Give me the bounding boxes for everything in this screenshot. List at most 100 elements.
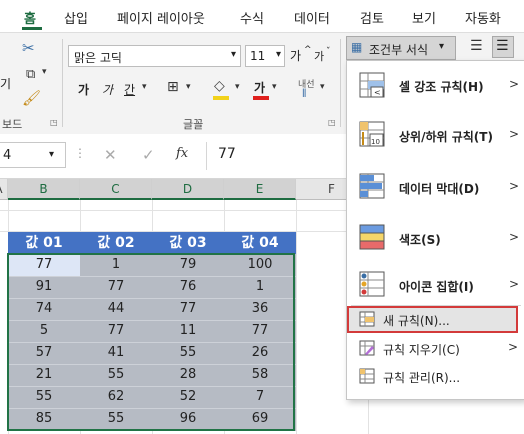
menu-item-label: 데이터 막대(D) [399,182,480,196]
font-name-dropdown-icon[interactable]: ▾ [231,49,236,60]
tab-home[interactable]: 홈 [24,8,36,27]
table-header-cell[interactable]: 값 02 [80,232,152,254]
menu-item-label: 규칙 관리(R)... [383,371,461,385]
align-left-icon[interactable]: ☰ [470,38,483,54]
menu-item-clear-rules[interactable]: 규칙 지우기(C) > [347,335,518,361]
font-color-dropdown-icon[interactable]: ▾ [272,82,277,92]
tab-automate[interactable]: 자동화 [465,8,501,27]
menu-item-data-bars[interactable]: 데이터 막대(D) > [347,161,523,213]
align-center-icon: ☰ [496,38,509,54]
phonetic-dropdown-icon[interactable]: ▾ [320,82,325,92]
cut-icon[interactable]: ✂ [22,39,35,57]
table-header-row: 값 01 값 02 값 03 값 04 [8,232,296,254]
conditional-formatting-button[interactable]: ▦ 조건부 서식 ▾ [346,36,456,60]
table-header-cell[interactable]: 값 01 [8,232,80,254]
fill-color-icon[interactable]: ◇ [214,78,225,94]
table-header-cell[interactable]: 값 04 [224,232,296,254]
copy-dropdown-icon[interactable]: ▾ [42,67,47,77]
formula-input[interactable]: 77 [218,146,236,162]
phonetic-icon: ǁ [302,88,307,98]
font-size-box[interactable]: 11 ▾ [245,45,285,67]
grow-font-arrow-icon: ^ [304,45,312,55]
svg-text:10: 10 [371,138,380,146]
tab-formulas[interactable]: 수식 [240,8,264,27]
copy-icon[interactable]: ⧉ [26,67,35,82]
column-header-e[interactable]: E [224,179,296,200]
svg-text:<: < [374,88,381,97]
submenu-arrow-icon: > [509,230,520,244]
menu-item-label: 셀 강조 규칙(H) [399,80,484,94]
italic-button[interactable]: 가 [102,81,113,98]
font-size-value: 11 [250,49,266,63]
tab-page-layout[interactable]: 페이지 레이아웃 [117,8,205,27]
grow-font-button[interactable]: 가 [290,47,301,64]
conditional-formatting-icon: ▦ [351,40,363,54]
font-size-dropdown-icon[interactable]: ▾ [276,49,281,60]
font-launcher-icon[interactable]: ◳ [328,118,336,127]
menu-item-highlight-cells-rules[interactable]: < 셀 강조 규칙(H) > [347,61,523,109]
submenu-arrow-icon: > [509,179,520,193]
fill-color-dropdown-icon[interactable]: ▾ [235,82,240,92]
table-header-cell[interactable]: 값 03 [152,232,224,254]
clipboard-launcher-icon[interactable]: ◳ [50,118,58,127]
submenu-arrow-icon: > [509,277,520,291]
tab-view[interactable]: 보기 [412,8,436,27]
name-box-value: 4 [3,148,12,163]
tab-data[interactable]: 데이터 [294,8,330,27]
borders-icon[interactable]: ⊞ [167,79,179,95]
name-box[interactable]: 4 ▾ [0,142,66,168]
menu-item-label: 색조(S) [399,233,441,247]
bold-button[interactable]: 가 [78,81,89,98]
formula-divider [206,142,207,170]
fill-color-swatch [213,96,229,100]
enter-icon[interactable]: ✓ [142,146,155,164]
column-header-a[interactable]: A [0,179,8,200]
shrink-font-button[interactable]: 가 [314,48,324,64]
format-painter-icon[interactable]: 🖌 [22,89,41,107]
cancel-icon[interactable]: ✕ [104,146,117,164]
column-header-c[interactable]: C [80,179,152,200]
ribbon-tab-bar: 홈 삽입 페이지 레이아웃 수식 데이터 검토 보기 자동화 [0,0,524,32]
submenu-arrow-icon: > [509,77,520,91]
submenu-arrow-icon: > [508,340,519,354]
menu-item-color-scales[interactable]: 색조(S) > [347,213,523,263]
menu-item-label: 규칙 지우기(C) [383,343,460,357]
insert-function-button[interactable]: fx [176,146,188,161]
font-color-button[interactable]: 가 [254,79,265,96]
menu-item-icon-sets[interactable]: 아이콘 집합(I) > [347,263,523,305]
menu-item-manage-rules[interactable]: 규칙 관리(R)... [347,363,518,389]
underline-dropdown-icon[interactable]: ▾ [142,82,147,92]
font-color-swatch [253,96,269,100]
menu-item-label: 아이콘 집합(I) [399,280,474,294]
ribbon-separator [340,39,341,127]
font-group-label: 글꼴 [183,118,204,131]
highlight-cells-rules-icon: < [359,72,385,98]
tab-insert[interactable]: 삽입 [64,8,88,27]
conditional-formatting-dropdown-icon: ▾ [439,41,445,52]
clipboard-group-label: 보드 [2,118,23,131]
paste-label[interactable]: 기 [0,75,11,92]
underline-button[interactable]: 간 [124,81,135,98]
submenu-arrow-icon: > [509,127,520,141]
font-name-box[interactable]: 맑은 고딕 ▾ [68,45,241,67]
gridline [296,200,297,434]
top-bottom-rules-icon: 10 [359,121,385,147]
menu-item-label: 새 규칙(N)... [383,314,450,328]
conditional-formatting-label: 조건부 서식 [369,43,429,57]
menu-item-new-rule[interactable]: 새 규칙(N)... [347,306,518,333]
color-scales-icon [359,224,385,250]
align-center-button[interactable]: ☰ [492,36,514,58]
menu-item-label: 상위/하위 규칙(T) [399,130,493,144]
column-header-d[interactable]: D [152,179,224,200]
formula-bar-divider-icon: ⋮ [74,146,86,160]
selection-border [7,253,295,431]
menu-item-top-bottom-rules[interactable]: 10 상위/하위 규칙(T) > [347,109,523,161]
clear-rules-icon [359,340,375,356]
icon-sets-icon [359,271,385,297]
column-header-b[interactable]: B [8,179,80,200]
name-box-dropdown-icon[interactable]: ▾ [49,149,54,160]
borders-dropdown-icon[interactable]: ▾ [186,82,191,92]
new-rule-icon [359,311,375,327]
tab-review[interactable]: 검토 [360,8,384,27]
manage-rules-icon [359,368,375,384]
